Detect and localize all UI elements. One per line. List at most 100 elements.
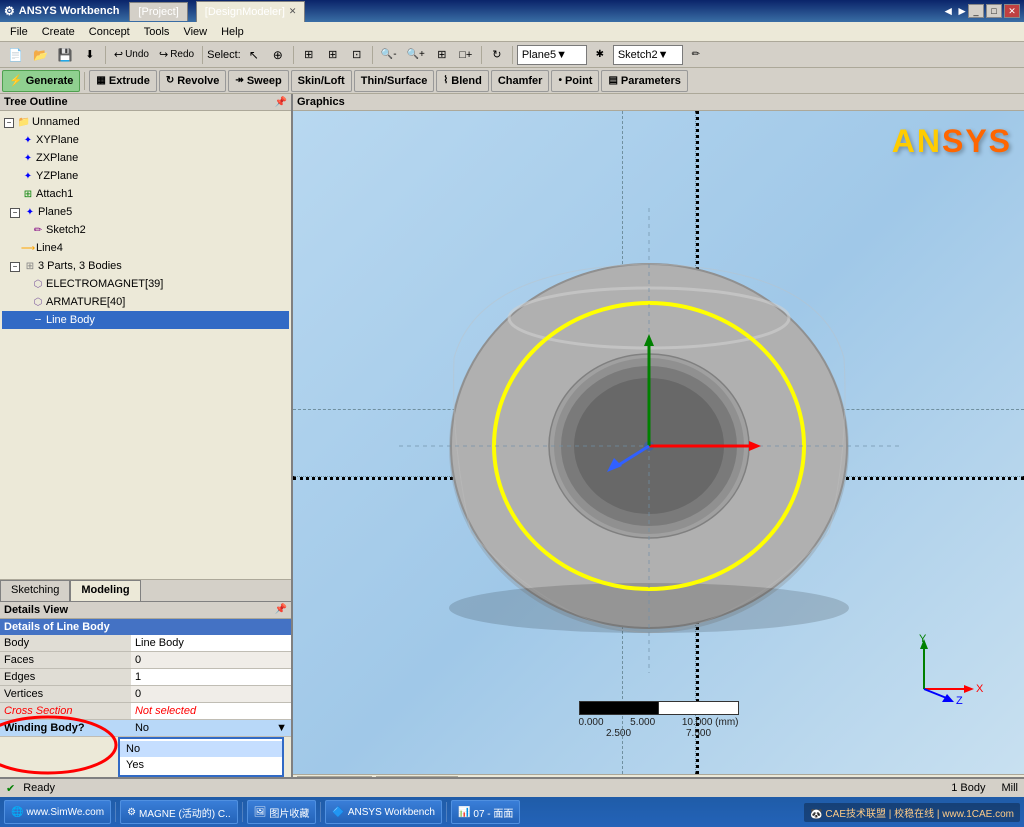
revolve-button[interactable]: ↻Revolve (159, 70, 227, 92)
toolbar1: 📄 📂 💾 ⬇ ↩ Undo ↪ Redo Select: ↖ ⊕ ⊞ ⊞ ⊡ … (0, 42, 1024, 68)
tree-item-attach1[interactable]: ⊞ Attach1 (2, 185, 289, 203)
menu-concept[interactable]: Concept (83, 24, 136, 40)
svg-text:Y: Y (919, 634, 927, 645)
select-label: Select: (207, 49, 241, 61)
detail-value-body: Line Body (131, 635, 291, 652)
plane-dropdown[interactable]: Plane5▼ (517, 45, 587, 65)
statusbar: ✔ Ready 1 Body Mill (0, 777, 1024, 797)
parameters-button[interactable]: ▤Parameters (601, 70, 687, 92)
tree-item-linebody[interactable]: ╌ Line Body (2, 311, 289, 329)
tree-item-3parts[interactable]: − ⊞ 3 Parts, 3 Bodies (2, 257, 289, 275)
zoom-box[interactable]: □+ (455, 44, 477, 66)
taskbar-photos[interactable]: 🖼 图片收藏 (247, 800, 317, 824)
thinsurface-button[interactable]: Thin/Surface (354, 70, 435, 92)
tree-item-line4[interactable]: ⟶ Line4 (2, 239, 289, 257)
nav-right[interactable]: ► (956, 4, 968, 18)
zoom-out[interactable]: 🔍- (377, 44, 401, 66)
plane5-icon: ✦ (22, 204, 38, 220)
electromagnet-icon: ⬡ (30, 276, 46, 292)
nav-left[interactable]: ◄ (942, 4, 954, 18)
minimize-button[interactable]: _ (968, 4, 984, 18)
tree-item-xyplane[interactable]: ✦ XYPlane (2, 131, 289, 149)
dropdown-option-yes[interactable]: Yes (120, 757, 282, 773)
view-btn2[interactable]: ⊞ (322, 44, 344, 66)
tab-print-preview[interactable]: Print Preview (376, 776, 459, 778)
detail-row-crosssection: Cross Section Not selected (0, 703, 291, 720)
menu-create[interactable]: Create (36, 24, 81, 40)
graphics-panel: Graphics ANSYS 1CAE.COM (293, 94, 1024, 777)
tree-pin[interactable]: 📌 (275, 97, 287, 108)
tree-item-yzplane[interactable]: ✦ YZPlane (2, 167, 289, 185)
chamfer-button[interactable]: Chamfer (491, 70, 550, 92)
menu-view[interactable]: View (177, 24, 213, 40)
detail-row-body: Body Line Body (0, 635, 291, 652)
tree-label-zxplane: ZXPlane (36, 152, 78, 164)
tree-label-yzplane: YZPlane (36, 170, 78, 182)
tree-label-xyplane: XYPlane (36, 134, 79, 146)
maximize-button[interactable]: □ (986, 4, 1002, 18)
sweep-button[interactable]: ↠Sweep (228, 70, 288, 92)
expand-unnamed[interactable]: − (4, 116, 16, 128)
ansys-logo: ANSYS (892, 123, 1012, 160)
tab-close-icon[interactable]: ✕ (289, 6, 297, 17)
magne-icon: ⚙ (127, 807, 136, 818)
tab-project[interactable]: [Project] (129, 2, 187, 21)
view-btn3[interactable]: ⊡ (346, 44, 368, 66)
generate-button[interactable]: ⚡Generate (2, 70, 80, 92)
taskbar-ansys[interactable]: 🔷 ANSYS Workbench (325, 800, 442, 824)
tree-item-plane5[interactable]: − ✦ Plane5 (2, 203, 289, 221)
new-button[interactable]: 📄 (4, 44, 27, 66)
sketch-dropdown[interactable]: Sketch2▼ (613, 45, 683, 65)
detail-label-edges: Edges (0, 669, 131, 686)
tree-item-armature[interactable]: ⬡ ARMATURE[40] (2, 293, 289, 311)
tree-item-sketch2[interactable]: ✏ Sketch2 (2, 221, 289, 239)
tab-sketching[interactable]: Sketching (0, 580, 70, 601)
detail-value-vertices: 0 (131, 686, 291, 703)
simwe-icon: 🌐 (11, 807, 23, 818)
taskbar-07[interactable]: 📊 07 - 面面 (451, 800, 520, 824)
tab-modeling[interactable]: Modeling (70, 580, 140, 601)
tab-model-view[interactable]: Model View (297, 776, 372, 778)
redo-button[interactable]: ↪ Redo (155, 44, 198, 66)
sketch-icon[interactable]: ✏ (685, 44, 707, 66)
tab-project-label: [Project] (138, 6, 178, 18)
zoom-in[interactable]: 🔍+ (403, 44, 429, 66)
zoom-fit[interactable]: ⊞ (431, 44, 453, 66)
plane-icon[interactable]: ✱ (589, 44, 611, 66)
menu-file[interactable]: File (4, 24, 34, 40)
blend-button[interactable]: ⌇Blend (436, 70, 488, 92)
scale-bar: 0.000 5.000 10.000 (mm) 2.500 7.500 (579, 701, 739, 739)
tree-item-unnamed[interactable]: − 📁 Unnamed (2, 113, 289, 131)
undo-button[interactable]: ↩ Undo (110, 44, 153, 66)
details-pin[interactable]: 📌 (275, 604, 287, 616)
detail-value-winding[interactable]: No ▼ (131, 720, 291, 737)
select-mode2[interactable]: ⊕ (267, 44, 289, 66)
close-button[interactable]: ✕ (1004, 4, 1020, 18)
tree-item-electromagnet[interactable]: ⬡ ELECTROMAGNET[39] (2, 275, 289, 293)
window-controls: _ □ ✕ (968, 4, 1020, 18)
dropdown-option-no[interactable]: No (120, 741, 282, 757)
select-mode1[interactable]: ↖ (243, 44, 265, 66)
view-btn1[interactable]: ⊞ (298, 44, 320, 66)
graphics-viewport[interactable]: ANSYS 1CAE.COM (293, 111, 1024, 774)
skinloft-button[interactable]: Skin/Loft (291, 70, 352, 92)
tree-item-zxplane[interactable]: ✦ ZXPlane (2, 149, 289, 167)
open-button[interactable]: 📂 (29, 44, 52, 66)
menu-tools[interactable]: Tools (138, 24, 176, 40)
taskbar-simwe[interactable]: 🌐 www.SimWe.com (4, 800, 111, 824)
extrude-button[interactable]: ▦Extrude (89, 70, 156, 92)
tree-label-electromagnet: ELECTROMAGNET[39] (46, 278, 163, 290)
save-button[interactable]: 💾 (54, 44, 77, 66)
import-button[interactable]: ⬇ (79, 44, 101, 66)
tab-designmodeler-label: [DesignModeler] (205, 6, 285, 18)
winding-dropdown-arrow[interactable]: ▼ (276, 722, 287, 734)
tab-designmodeler[interactable]: [DesignModeler] ✕ (196, 1, 306, 22)
sep1 (105, 46, 106, 64)
scale-7-5: 7.500 (686, 728, 711, 739)
point-button[interactable]: •Point (551, 70, 599, 92)
rotate-btn[interactable]: ↻ (486, 44, 508, 66)
taskbar-magne[interactable]: ⚙ MAGNE (活动的) C.. (120, 800, 238, 824)
detail-value-crosssection: Not selected (131, 703, 291, 720)
menu-help[interactable]: Help (215, 24, 250, 40)
unnamed-icon: 📁 (16, 114, 32, 130)
